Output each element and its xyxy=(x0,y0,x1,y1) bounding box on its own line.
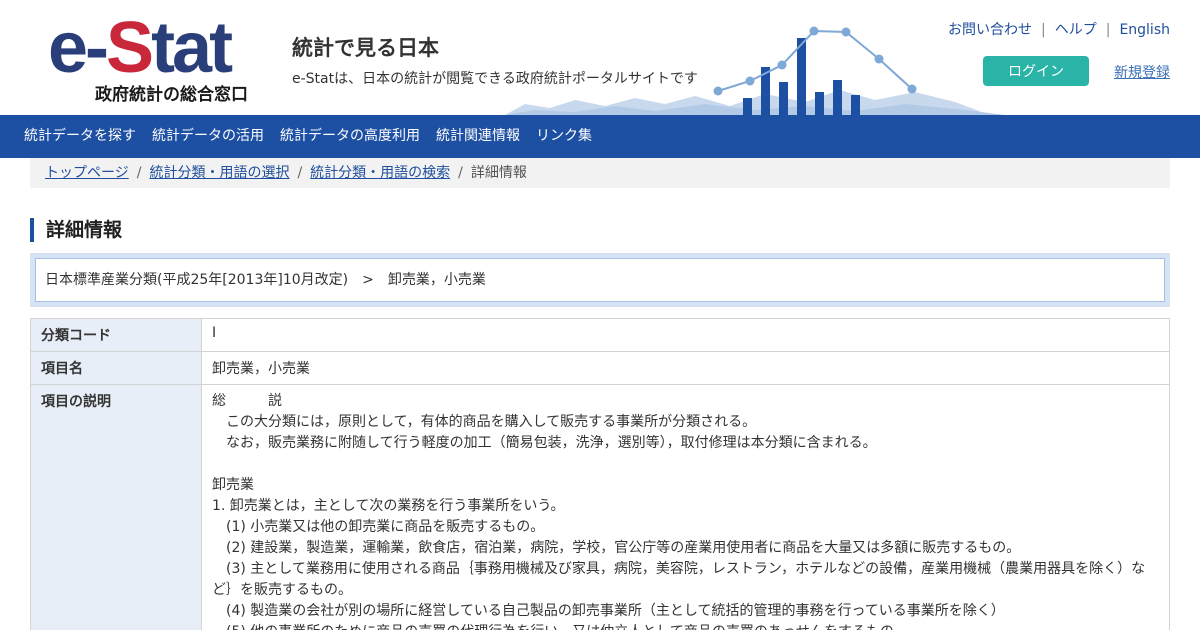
nav-item-search-data[interactable]: 統計データを探す xyxy=(24,115,136,158)
register-link[interactable]: 新規登録 xyxy=(1114,62,1170,82)
login-button[interactable]: ログイン xyxy=(983,56,1089,86)
breadcrumb-link-search[interactable]: 統計分類・用語の検索 xyxy=(310,165,450,181)
contact-link[interactable]: お問い合わせ xyxy=(948,22,1032,38)
detail-table: 分類コード I 項目名 卸売業，小売業 項目の説明 総 説 この大分類には，原則… xyxy=(30,318,1170,630)
name-label: 項目名 xyxy=(30,351,202,385)
breadcrumb-link-select[interactable]: 統計分類・用語の選択 xyxy=(149,165,289,181)
main-navigation: 統計データを探す 統計データの活用 統計データの高度利用 統計関連情報 リンク集 xyxy=(0,115,1200,158)
classification-path: 日本標準産業分類(平成25年[2013年]10月改定) > 卸売業，小売業 xyxy=(35,258,1165,302)
help-link[interactable]: ヘルプ xyxy=(1055,22,1097,38)
description-line xyxy=(212,454,1159,475)
page-title: 詳細情報 xyxy=(30,218,122,242)
breadcrumb-separator: / xyxy=(458,165,463,181)
table-row: 項目の説明 総 説 この大分類には，原則として，有体的商品を購入して販売する事業… xyxy=(30,384,1170,630)
nav-item-data-usage[interactable]: 統計データの活用 xyxy=(152,115,264,158)
nav-item-links[interactable]: リンク集 xyxy=(536,115,592,158)
utility-links: お問い合わせ | ヘルプ | English xyxy=(948,19,1170,39)
table-row: 分類コード I xyxy=(30,318,1170,352)
description-line: 卸売業 xyxy=(212,477,254,493)
separator: | xyxy=(1105,22,1111,38)
description-line: (2) 建設業，製造業，運輸業，飲食店，宿泊業，病院，学校，官公庁等の産業用使用… xyxy=(212,540,1021,556)
site-title: 統計で見る日本 xyxy=(292,36,439,60)
logo-wordmark: e-Stat xyxy=(48,8,233,88)
separator: | xyxy=(1041,22,1046,38)
name-value: 卸売業，小売業 xyxy=(201,351,1170,385)
description-line: この大分類には，原則として，有体的商品を購入して販売する事業所が分類される。 xyxy=(212,414,757,430)
description-line: (1) 小売業又は他の卸売業に商品を販売するもの。 xyxy=(212,519,545,535)
site-header: e-Stat 政府統計の総合窓口 統計で見る日本 e-Statは、日本の統計が閲… xyxy=(0,0,1200,115)
code-value: I xyxy=(201,318,1170,352)
description-value: 総 説 この大分類には，原則として，有体的商品を購入して販売する事業所が分類され… xyxy=(201,384,1170,630)
breadcrumb: トップページ / 統計分類・用語の選択 / 統計分類・用語の検索 / 詳細情報 xyxy=(30,158,1170,188)
nav-item-related-info[interactable]: 統計関連情報 xyxy=(436,115,520,158)
table-row: 項目名 卸売業，小売業 xyxy=(30,351,1170,385)
description-label: 項目の説明 xyxy=(30,384,202,630)
logo-subtitle: 政府統計の総合窓口 xyxy=(95,85,248,105)
e-stat-logo[interactable]: e-Stat 政府統計の総合窓口 xyxy=(48,8,248,105)
breadcrumb-current: 詳細情報 xyxy=(470,165,527,181)
code-label: 分類コード xyxy=(30,318,202,352)
description-line: (3) 主として業務用に使用される商品｛事務用機械及び家具，病院，美容院，レスト… xyxy=(212,561,1146,598)
description-line: なお，販売業務に附随して行う軽度の加工（簡易包装，洗浄，選別等），取付修理は本分… xyxy=(212,435,877,451)
header-decoration-chart-graphic xyxy=(505,26,1005,115)
breadcrumb-link-top[interactable]: トップページ xyxy=(45,165,129,181)
description-line: 1. 卸売業とは，主として次の業務を行う事業所をいう。 xyxy=(212,498,565,514)
nav-item-advanced-usage[interactable]: 統計データの高度利用 xyxy=(280,115,420,158)
breadcrumb-separator: / xyxy=(136,165,142,181)
description-line: 総 説 xyxy=(212,393,282,409)
classification-path-box: 日本標準産業分類(平成25年[2013年]10月改定) > 卸売業，小売業 xyxy=(30,253,1170,307)
breadcrumb-separator: / xyxy=(297,165,303,181)
description-line: (5) 他の事業所のために商品の売買の代理行為を行い，又は仲立人として商品の売買… xyxy=(212,622,1159,630)
description-line: (4) 製造業の会社が別の場所に経営している自己製品の卸売事業所（主として統括的… xyxy=(212,603,1005,619)
english-link[interactable]: English xyxy=(1119,22,1170,38)
